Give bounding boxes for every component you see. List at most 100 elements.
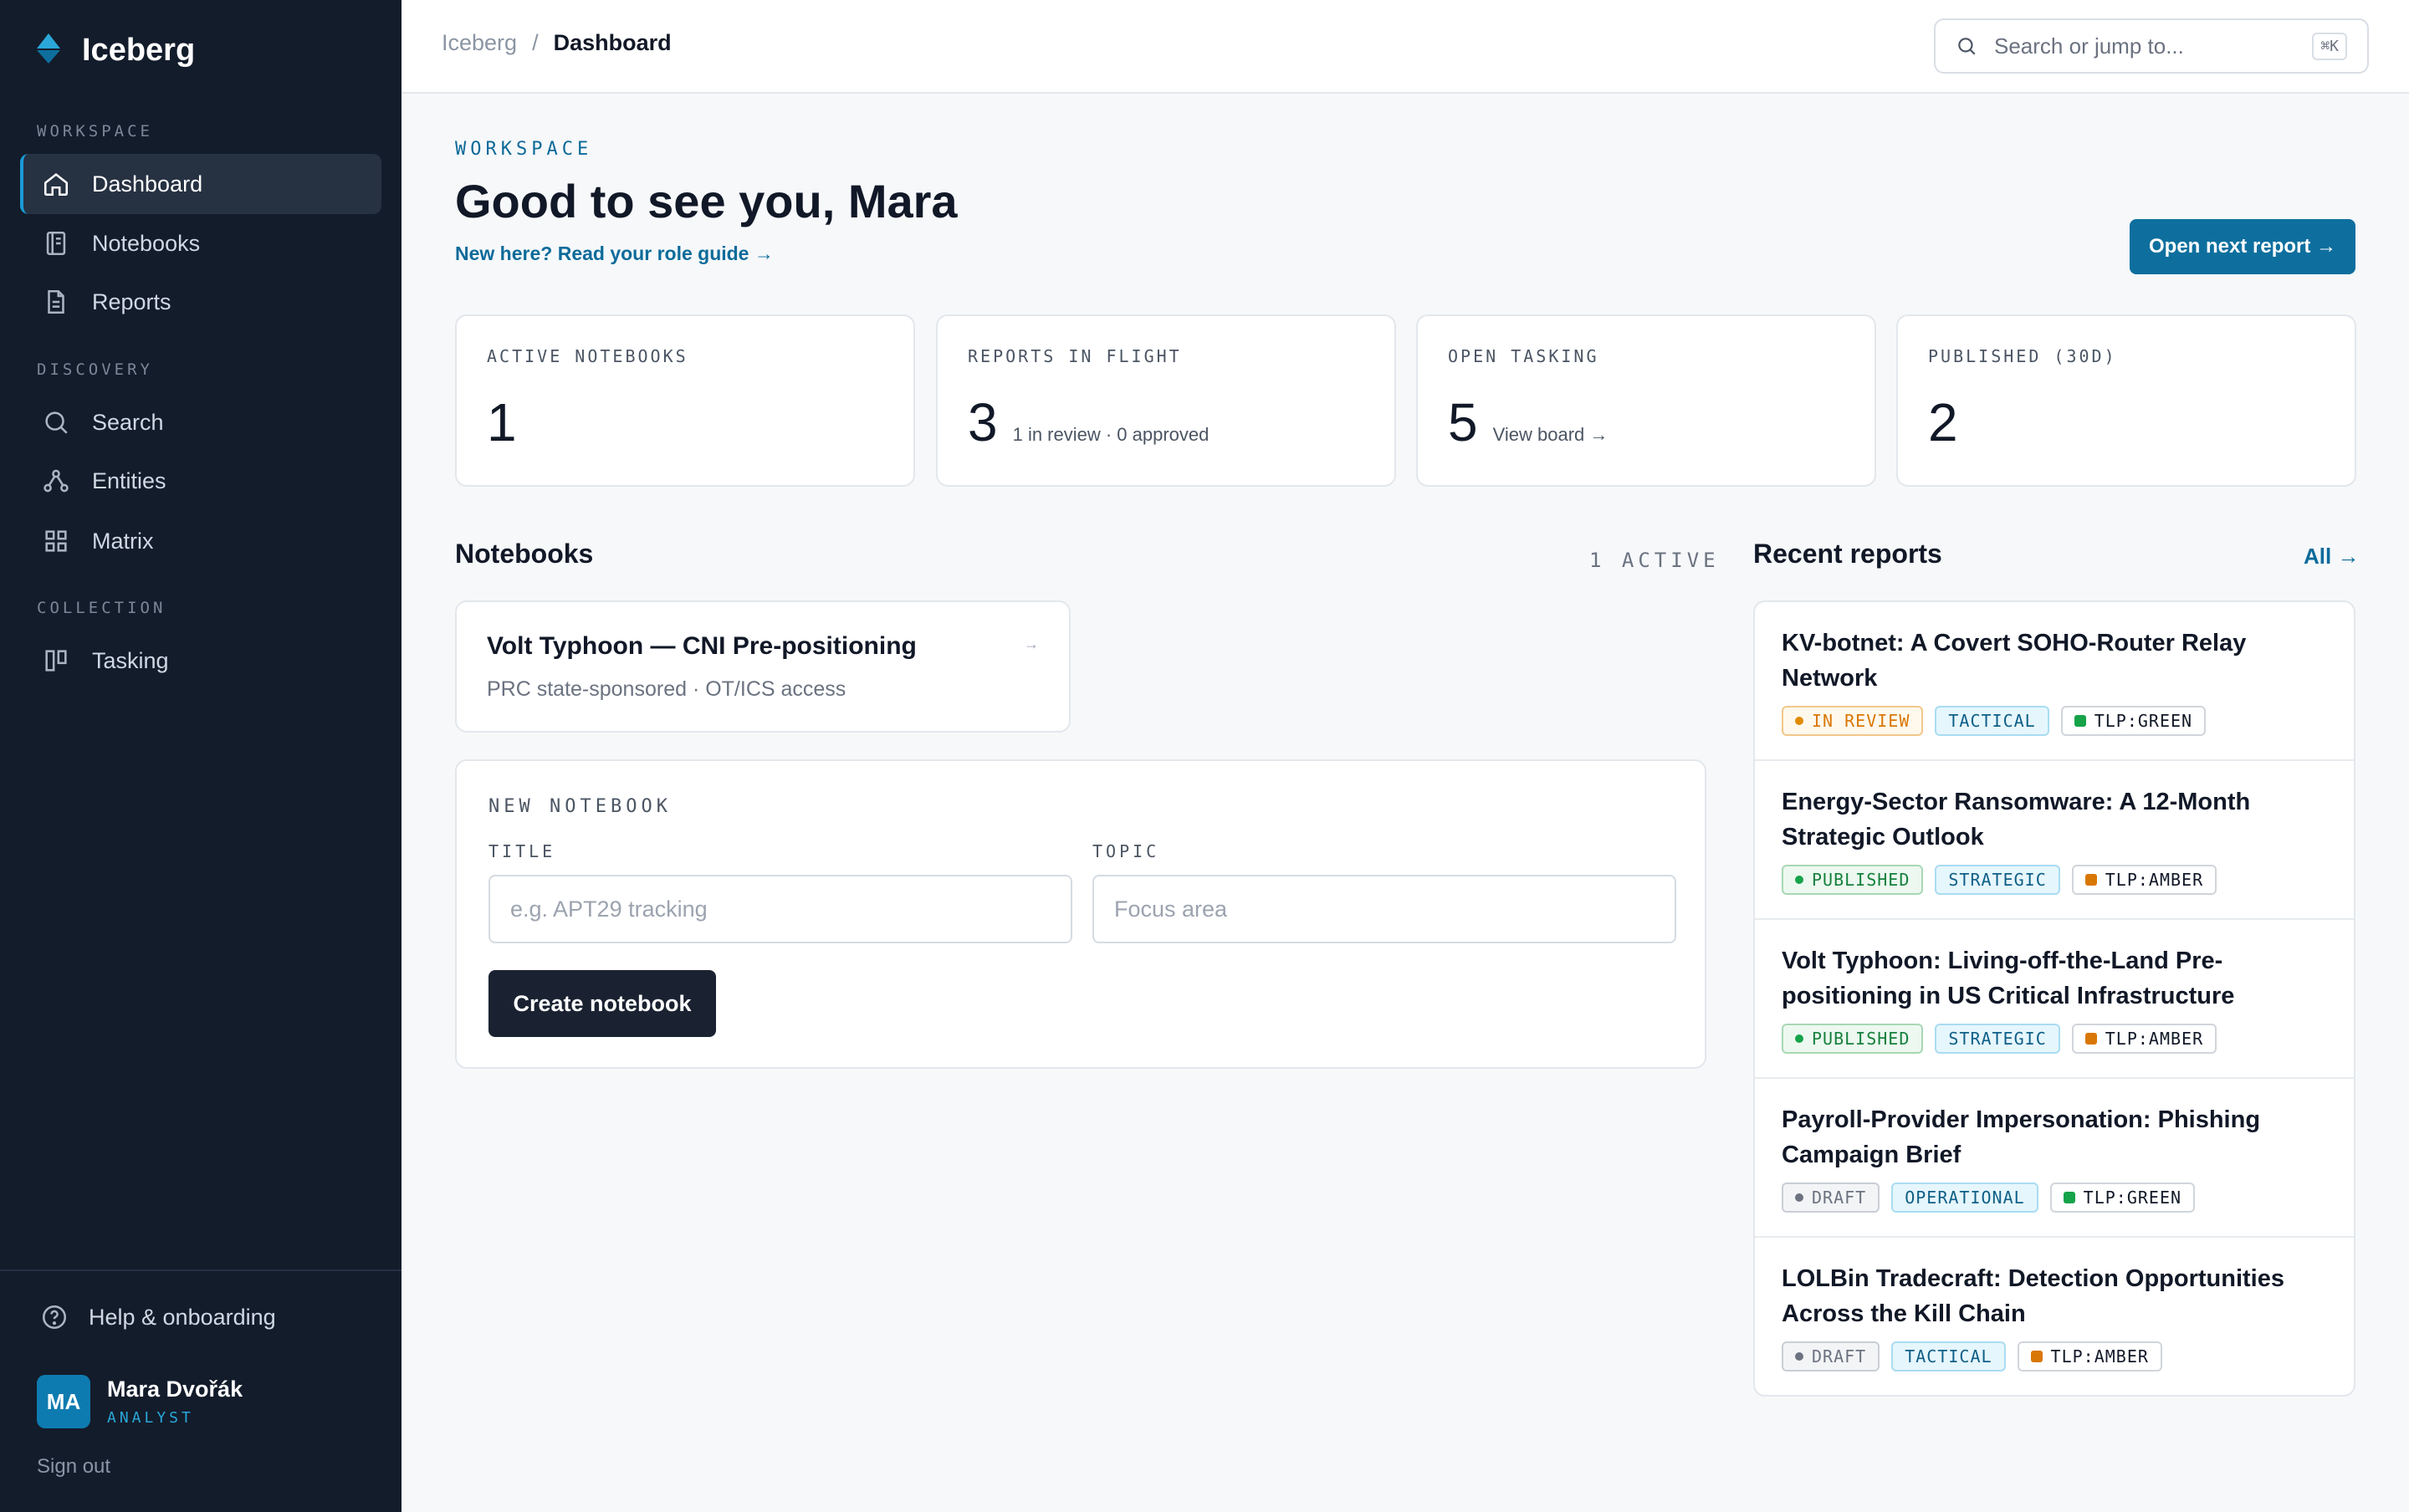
- stat-value: 5: [1448, 392, 1478, 452]
- status-badge: PUBLISHED: [1782, 865, 1924, 895]
- kanban-icon: [45, 650, 67, 672]
- title-label: TITLE: [488, 841, 556, 861]
- report-row[interactable]: KV-botnet: A Covert SOHO-Router Relay Ne…: [1755, 602, 2354, 761]
- sidebar: Iceberg WORKSPACE Dashboard Notebooks Re…: [0, 0, 402, 1512]
- report-title: Payroll-Provider Impersonation: Phishing…: [1782, 1106, 2261, 1168]
- status-badge: PUBLISHED: [1782, 1024, 1924, 1054]
- stat-label: PUBLISHED (30D): [1928, 346, 2117, 366]
- stat-card-active-notebooks: ACTIVE NOTEBOOKS 1: [455, 314, 915, 487]
- stat-card-open-tasking: OPEN TASKING 5 View board →: [1416, 314, 1876, 487]
- user-profile[interactable]: MA Mara Dvořák ANALYST: [37, 1375, 243, 1428]
- type-badge: TACTICAL: [1891, 1341, 2006, 1372]
- stat-label: ACTIVE NOTEBOOKS: [487, 346, 688, 366]
- title-input[interactable]: e.g. APT29 tracking: [488, 875, 1072, 943]
- top-bar: Iceberg / Dashboard Search or jump to...…: [402, 0, 2409, 94]
- recent-reports-heading: Recent reports: [1753, 539, 1942, 569]
- stat-card-reports-in-flight: REPORTS IN FLIGHT 3 1 in review · 0 appr…: [936, 314, 1396, 487]
- sidebar-item-search[interactable]: Search: [20, 392, 381, 452]
- report-title: LOLBin Tradecraft: Detection Opportuniti…: [1782, 1265, 2284, 1327]
- topic-label: TOPIC: [1092, 841, 1160, 861]
- tlp-badge: TLP:AMBER: [2071, 865, 2217, 895]
- search-input[interactable]: Search or jump to... ⌘K: [1934, 18, 2369, 74]
- view-board-link[interactable]: View board →: [1493, 424, 1609, 446]
- breadcrumb-separator: /: [532, 30, 539, 55]
- breadcrumb: Iceberg / Dashboard: [442, 30, 672, 56]
- type-badge: TACTICAL: [1935, 706, 2049, 736]
- all-reports-link[interactable]: All →: [2304, 544, 2359, 570]
- page-title: Good to see you, Mara: [455, 175, 958, 227]
- sidebar-item-label: Matrix: [92, 528, 154, 554]
- brand[interactable]: Iceberg: [33, 32, 195, 69]
- iceberg-logo-icon: [33, 32, 64, 69]
- document-icon: [48, 289, 64, 314]
- sidebar-item-label: Tasking: [92, 647, 169, 673]
- home-icon: [43, 173, 69, 197]
- sidebar-item-notebooks[interactable]: Notebooks: [20, 213, 381, 273]
- status-badge: IN REVIEW: [1782, 706, 1924, 736]
- status-badge: DRAFT: [1782, 1183, 1880, 1213]
- report-row[interactable]: Volt Typhoon: Living-off-the-Land Pre-po…: [1755, 920, 2354, 1079]
- form-title: NEW NOTEBOOK: [488, 796, 672, 817]
- tlp-badge: TLP:AMBER: [2071, 1024, 2217, 1054]
- open-next-report-button[interactable]: Open next report →: [2130, 219, 2355, 274]
- tlp-badge: TLP:AMBER: [2017, 1341, 2162, 1372]
- notebooks-heading: Notebooks: [455, 539, 594, 569]
- tlp-badge: TLP:GREEN: [2060, 706, 2207, 736]
- report-row[interactable]: Energy-Sector Ransomware: A 12-Month Str…: [1755, 761, 2354, 920]
- type-badge: STRATEGIC: [1935, 1024, 2060, 1054]
- search-icon: [45, 411, 68, 434]
- sidebar-item-reports[interactable]: Reports: [20, 272, 381, 332]
- keyboard-shortcut-badge: ⌘K: [2312, 32, 2347, 60]
- help-onboarding-link[interactable]: Help & onboarding: [40, 1303, 276, 1331]
- role-guide-link[interactable]: New here? Read your role guide →: [455, 243, 774, 265]
- user-name: Mara Dvořák: [107, 1377, 243, 1402]
- stat-value: 1: [487, 392, 517, 452]
- create-notebook-button[interactable]: Create notebook: [488, 970, 716, 1037]
- sign-out-link[interactable]: Sign out: [37, 1455, 110, 1479]
- notebook-icon: [46, 231, 66, 256]
- new-notebook-form: NEW NOTEBOOK TITLE TOPIC e.g. APT29 trac…: [455, 759, 1706, 1069]
- help-label: Help & onboarding: [89, 1304, 276, 1330]
- breadcrumb-current: Dashboard: [553, 30, 672, 55]
- section-label-discovery: DISCOVERY: [37, 360, 153, 379]
- sidebar-item-label: Reports: [92, 289, 171, 314]
- notebook-card[interactable]: Volt Typhoon — CNI Pre-positioning PRC s…: [455, 600, 1071, 733]
- search-icon: [1958, 38, 1976, 55]
- stat-subtext: 1 in review · 0 approved: [1012, 424, 1210, 445]
- type-badge: OPERATIONAL: [1891, 1183, 2038, 1213]
- type-badge: STRATEGIC: [1935, 865, 2060, 895]
- search-placeholder: Search or jump to...: [1994, 33, 2184, 59]
- sidebar-item-entities[interactable]: Entities: [20, 451, 381, 511]
- topic-input[interactable]: Focus area: [1092, 875, 1676, 943]
- sidebar-item-label: Search: [92, 409, 164, 435]
- tlp-badge: TLP:GREEN: [2049, 1183, 2196, 1213]
- brand-name: Iceberg: [82, 33, 196, 68]
- report-title: Energy-Sector Ransomware: A 12-Month Str…: [1782, 789, 2251, 850]
- sidebar-item-label: Notebooks: [92, 230, 201, 256]
- grid-icon: [45, 530, 67, 552]
- stat-card-published-30d: PUBLISHED (30D) 2: [1896, 314, 2356, 487]
- page-eyebrow: WORKSPACE: [455, 139, 593, 160]
- status-badge: DRAFT: [1782, 1341, 1880, 1372]
- sidebar-divider: [0, 1269, 402, 1271]
- report-title: Volt Typhoon: Living-off-the-Land Pre-po…: [1782, 948, 2235, 1009]
- notebook-title: Volt Typhoon — CNI Pre-positioning: [487, 632, 917, 660]
- report-row[interactable]: Payroll-Provider Impersonation: Phishing…: [1755, 1079, 2354, 1238]
- sidebar-item-tasking[interactable]: Tasking: [20, 631, 381, 691]
- recent-reports-list: KV-botnet: A Covert SOHO-Router Relay Ne…: [1753, 600, 2355, 1397]
- sidebar-item-label: Entities: [92, 467, 166, 493]
- help-icon: [42, 1305, 67, 1330]
- sidebar-item-label: Dashboard: [92, 171, 203, 197]
- stat-label: OPEN TASKING: [1448, 346, 1599, 366]
- stat-value: 3: [968, 392, 998, 452]
- sidebar-item-dashboard[interactable]: Dashboard: [20, 154, 381, 214]
- avatar: MA: [37, 1375, 90, 1428]
- notebooks-count: 1 ACTIVE: [1589, 549, 1720, 572]
- report-row[interactable]: LOLBin Tradecraft: Detection Opportuniti…: [1755, 1238, 2354, 1395]
- user-role: ANALYST: [107, 1409, 194, 1427]
- sidebar-item-matrix[interactable]: Matrix: [20, 511, 381, 571]
- section-label-collection: COLLECTION: [37, 599, 166, 617]
- section-label-workspace: WORKSPACE: [37, 122, 153, 140]
- stat-value: 2: [1928, 392, 1958, 452]
- breadcrumb-root[interactable]: Iceberg: [442, 30, 517, 56]
